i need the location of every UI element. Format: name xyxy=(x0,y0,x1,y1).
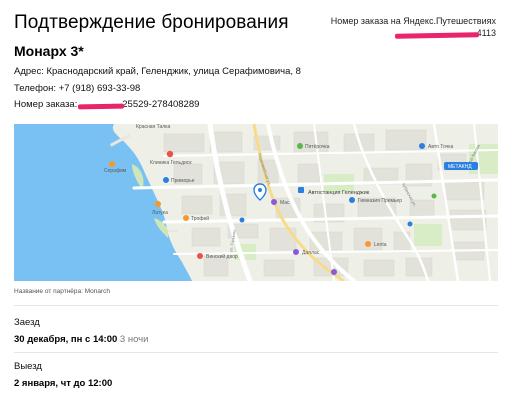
svg-text:Мас: Мас xyxy=(280,200,290,206)
hotel-order-tail: 25529-278408289 xyxy=(122,99,200,110)
svg-text:Винский двор: Винский двор xyxy=(206,253,238,260)
order-number-redacted: 0000000000000000 xyxy=(397,28,477,38)
order-label: Номер заказа на Яндекс.Путешествиях xyxy=(330,16,496,26)
svg-text:Трофей: Трофей xyxy=(191,215,209,222)
checkout-label: Выезд xyxy=(14,361,42,372)
hotel-name: Монарх 3* xyxy=(14,43,84,59)
checkout-value: 2 января, чт до 12:00 xyxy=(14,378,113,389)
divider-1 xyxy=(14,305,498,306)
page-title: Подтверждение бронирования xyxy=(14,12,289,33)
hotel-address: Адрес: Краснодарский край, Геленджик, ул… xyxy=(14,66,301,77)
svg-text:Автостанция Геленджик: Автостанция Геленджик xyxy=(308,190,370,196)
checkin-value: 30 декабря, пн с 14:00 3 ночи xyxy=(14,334,148,345)
order-number-tail: 4113 xyxy=(476,28,496,38)
svg-text:Латука: Латука xyxy=(152,210,168,216)
svg-text:Клиника Гельдиск: Клиника Гельдиск xyxy=(150,160,192,166)
partner-note: Название от партнёра: Monarch xyxy=(14,288,111,295)
svg-text:Авто Точка: Авто Точка xyxy=(428,144,454,150)
checkin-nights: 3 ночи xyxy=(119,334,149,345)
svg-text:Серафим: Серафим xyxy=(104,168,127,174)
hotel-order-redacted: 20241226 xyxy=(80,99,122,110)
order-number: 00000000000000004113 xyxy=(397,28,496,38)
map-poi-krasnaya-talka[interactable]: Красная Талка xyxy=(136,124,170,130)
svg-text:Lenta: Lenta xyxy=(374,242,387,248)
svg-text:МЕТАКНД: МЕТАКНД xyxy=(448,164,472,170)
map-poi-mac[interactable]: Мас xyxy=(271,199,290,206)
map-poi-metaknd[interactable]: МЕТАКНД xyxy=(444,162,478,170)
svg-text:Пятёрочка: Пятёрочка xyxy=(305,144,330,150)
hotel-phone[interactable]: Телефон: +7 (918) 693-33-98 xyxy=(14,83,140,94)
hotel-order-prefix: Номер заказа: xyxy=(14,99,80,110)
checkin-date: 30 декабря, пн с 14:00 xyxy=(14,334,118,345)
checkin-label: Заезд xyxy=(14,317,40,328)
map-poi-lenta[interactable]: Lenta xyxy=(365,241,387,248)
svg-text:Даллас: Даллас xyxy=(302,250,320,256)
svg-text:Приморье: Приморье xyxy=(171,178,195,184)
svg-text:Красная Талка: Красная Талка xyxy=(136,124,170,130)
hotel-order-number: Номер заказа: 2024122625529-278408289 xyxy=(14,99,199,110)
divider-2 xyxy=(14,352,498,353)
hotel-map[interactable]: Первомайская ул. Кубанская ул. улица Кир… xyxy=(14,124,498,281)
svg-text:Гимназия Премьер: Гимназия Премьер xyxy=(358,198,402,204)
